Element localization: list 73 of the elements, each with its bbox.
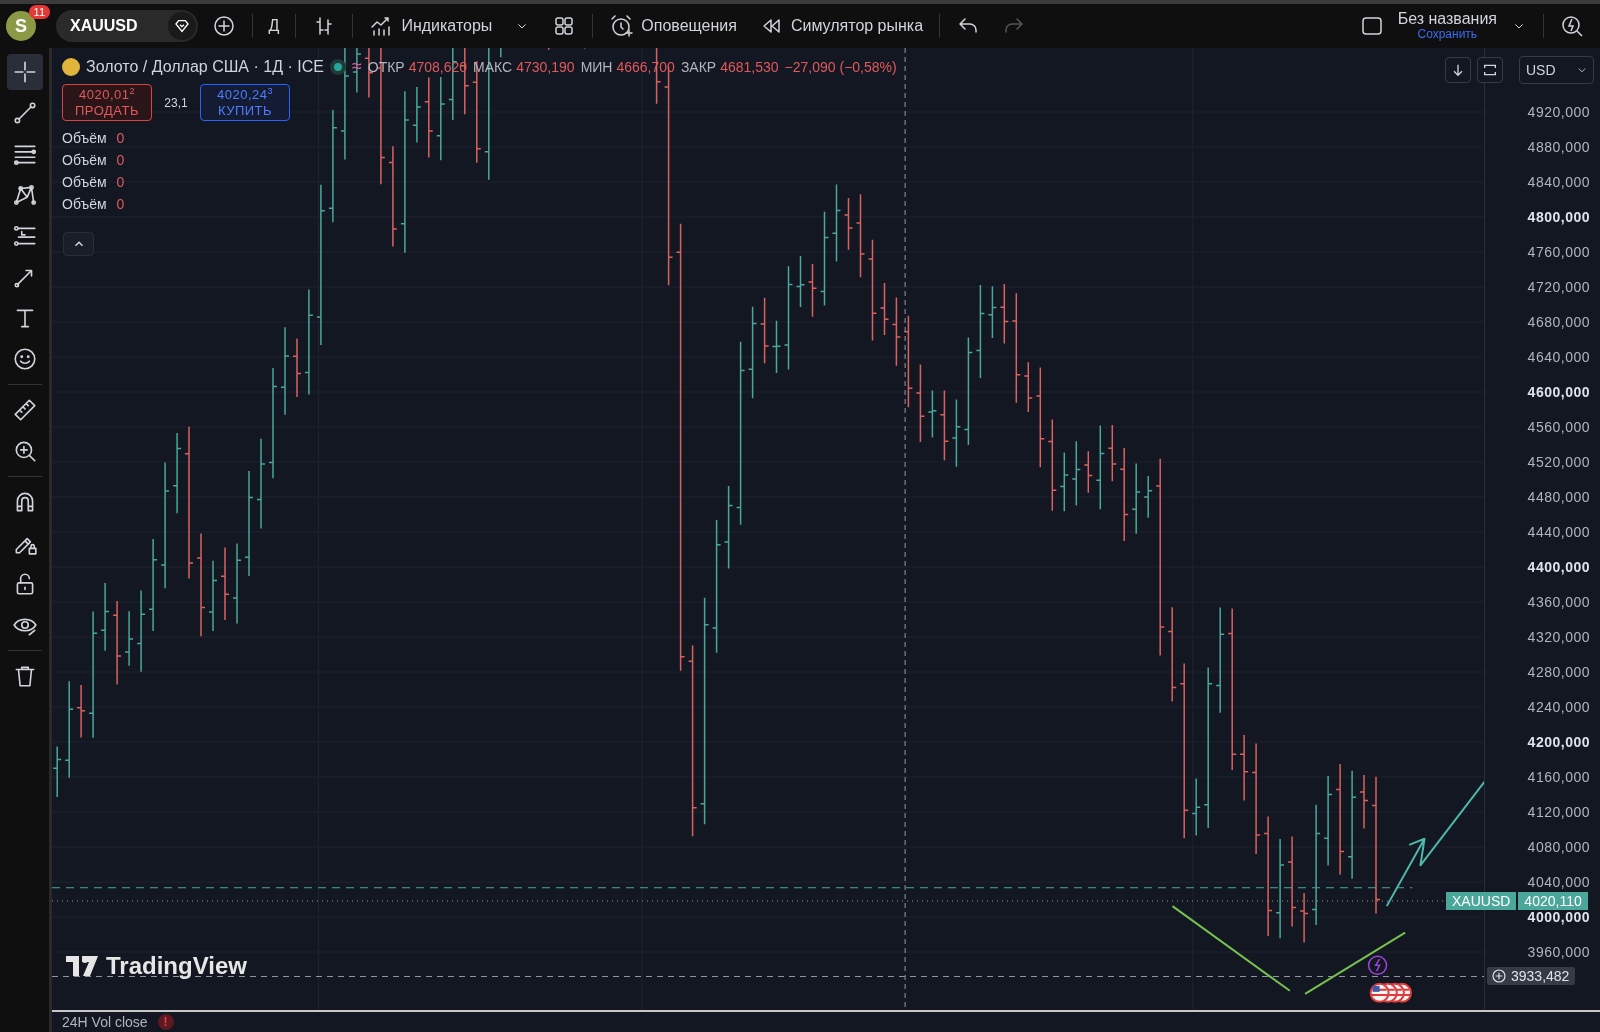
smiley-icon	[11, 346, 38, 372]
ohlc-label: ЗАКР	[680, 58, 717, 75]
symbol-search[interactable]: XAUUSD	[56, 10, 198, 42]
crosshair-tool[interactable]	[6, 54, 43, 90]
price-label: 4840,000	[1527, 173, 1590, 191]
logo-text: TradingView	[106, 952, 247, 980]
last-price-tag: 4020,110	[1518, 892, 1588, 910]
alarm-clock-icon	[609, 14, 634, 38]
spread-value: 23,1	[163, 95, 189, 110]
buy-button[interactable]: 4020,24$^{3}$ КУПИТЬ	[200, 84, 290, 121]
coin-icon	[62, 57, 80, 76]
indicators-button[interactable]: Индикаторы	[361, 8, 501, 44]
ohlc-value: 4730,190	[516, 58, 575, 75]
volume-value: 0	[116, 152, 125, 168]
symbol-title[interactable]: Золото / Доллар США · 1Д · ICE	[86, 57, 324, 76]
price-label: 4520,000	[1527, 453, 1590, 471]
price-label: 4080,000	[1527, 838, 1590, 856]
price-label: 4720,000	[1527, 278, 1590, 296]
volume-label: Объём	[62, 152, 107, 168]
price-label: 4600,000	[1527, 383, 1590, 401]
price-label: 4800,000	[1527, 208, 1590, 226]
price-label: 4920,000	[1527, 103, 1590, 121]
price-label: 4400,000	[1527, 558, 1590, 576]
price-label: 4120,000	[1527, 803, 1590, 821]
horizontal-lines-icon	[11, 223, 38, 249]
market-open-icon	[329, 58, 346, 75]
pattern-icon	[11, 182, 38, 208]
price-label: 3960,000	[1527, 943, 1590, 961]
volume-value: 0	[116, 130, 125, 146]
plus-circle-icon[interactable]	[1491, 967, 1507, 984]
price-label: 4240,000	[1527, 698, 1590, 716]
price-label: 4880,000	[1527, 138, 1590, 156]
price-label: 4280,000	[1527, 663, 1590, 681]
pane-title: 24H Vol close	[62, 1014, 148, 1030]
lightning-event-icon[interactable]	[1367, 955, 1388, 976]
volume-label: Объём	[62, 174, 107, 190]
logo-icon	[66, 956, 100, 976]
price-label: 4640,000	[1527, 348, 1590, 366]
scroll-to-latest-button[interactable]	[1445, 57, 1471, 83]
interval-button[interactable]: Д	[260, 11, 288, 41]
volume-value: 0	[116, 196, 125, 212]
price-label: 4760,000	[1527, 243, 1590, 261]
crosshair-price-tag: 3933,482	[1487, 966, 1576, 985]
replay-button[interactable]: Симулятор рынка	[750, 8, 932, 44]
price-label: 4480,000	[1527, 488, 1590, 506]
sell-button[interactable]: 4020,01$^{2}$ ПРОДАТЬ	[62, 84, 152, 121]
currency-dropdown[interactable]: USD	[1519, 56, 1594, 84]
price-label: 4000,000	[1527, 908, 1590, 926]
volume-value: 0	[116, 174, 125, 190]
layout-title[interactable]: Без названия	[1397, 11, 1497, 29]
price-label: 4680,000	[1527, 313, 1590, 331]
volume-label: Объём	[62, 130, 107, 146]
expand-icon	[1482, 62, 1498, 78]
ruler-icon	[11, 397, 38, 423]
volume-label: Объём	[62, 196, 107, 212]
price-label: 4440,000	[1527, 523, 1590, 541]
price-label: 4200,000	[1527, 733, 1590, 751]
save-link[interactable]: Сохранить	[1417, 28, 1478, 41]
price-label: 4320,000	[1527, 628, 1590, 646]
symbol-price-tag: XAUUSD	[1446, 892, 1517, 910]
price-label: 4560,000	[1527, 418, 1590, 436]
flag-events-icon[interactable]	[1369, 982, 1413, 1003]
plus-circle-icon	[211, 14, 236, 38]
price-label: 4360,000	[1527, 593, 1590, 611]
notification-badge: 11	[28, 5, 50, 19]
price-label: 4160,000	[1527, 768, 1590, 786]
ohlc-value: 4681,530	[720, 58, 779, 75]
price-change: −27,090 (−0,58%)	[784, 58, 897, 75]
alerts-button[interactable]: Оповещения	[601, 8, 745, 44]
price-label: 4040,000	[1527, 873, 1590, 891]
fullscreen-button[interactable]	[1477, 57, 1503, 83]
trend-line-icon	[11, 100, 38, 126]
ohlc-label: МИН	[580, 58, 613, 75]
